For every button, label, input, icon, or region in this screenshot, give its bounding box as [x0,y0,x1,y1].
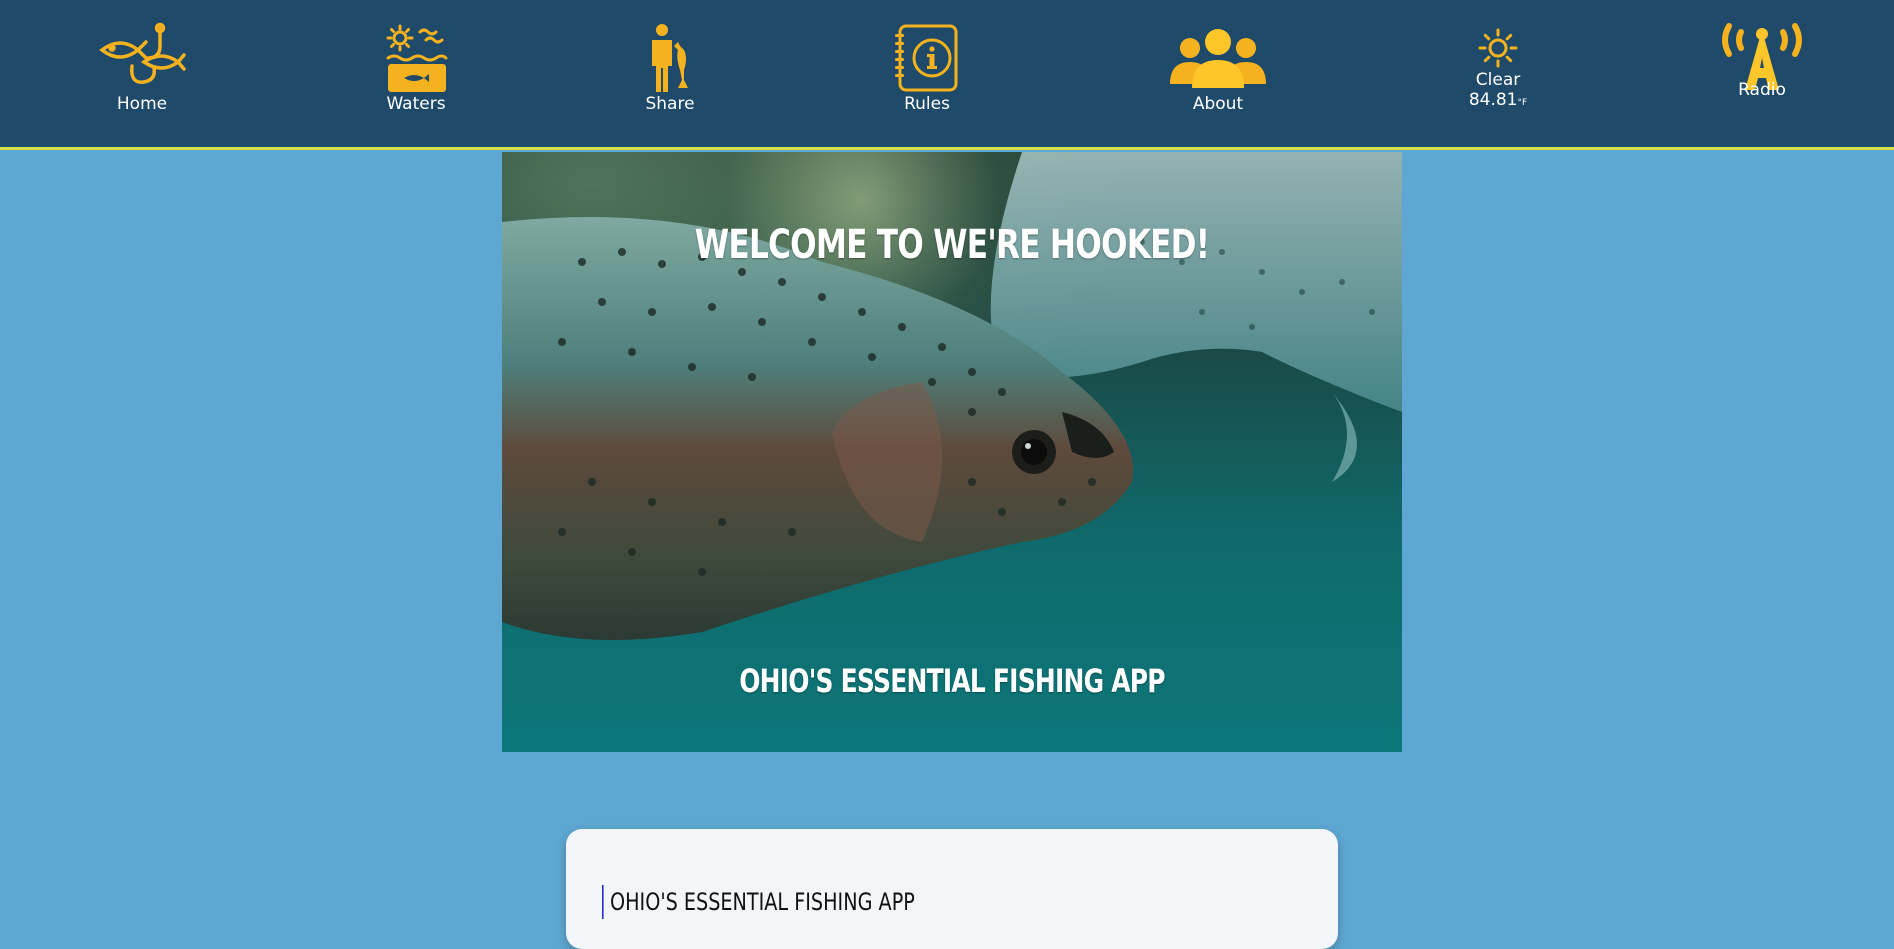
hero-banner: WELCOME TO WE'RE HOOKED! OHIO'S ESSENTIA… [502,152,1402,752]
nav-radio-label: Radio [1738,80,1786,100]
nav-waters-label: Waters [386,94,446,114]
card-heading: OHIO'S ESSENTIAL FISHING APP [602,885,915,919]
nav-rules-label: Rules [904,94,950,114]
nav-waters[interactable]: Waters [376,0,456,148]
weather-temperature: 84.81°F [1469,90,1527,110]
waters-icon [386,24,448,92]
nav-radio[interactable]: Radio [1712,0,1812,148]
nav-rules[interactable]: Rules [887,0,967,148]
nav-share-label: Share [645,94,695,114]
weather-widget[interactable]: Clear 84.81°F [1448,0,1548,148]
temperature-value: 84.81 [1468,90,1518,110]
content-card: OHIO'S ESSENTIAL FISHING APP [566,829,1338,949]
nav-home-label: Home [116,94,168,114]
nav-home[interactable]: Home [98,0,186,148]
weather-condition: Clear [1475,70,1521,90]
nav-share[interactable]: Share [630,0,710,148]
hero-title: WELCOME TO WE'RE HOOKED! [694,222,1210,268]
share-person-fish-icon [652,24,688,92]
info-notebook-icon [895,24,958,92]
sun-icon [1478,28,1518,68]
group-icon [1170,29,1266,88]
temperature-unit: °F [1517,98,1528,108]
nav-about[interactable]: About [1162,0,1274,148]
top-navigation: Home Waters Share Rules About Clear 84.8… [0,0,1894,150]
hero-subtitle: OHIO'S ESSENTIAL FISHING APP [739,662,1165,700]
nav-about-label: About [1192,94,1244,114]
fish-hook-icon [99,22,186,84]
